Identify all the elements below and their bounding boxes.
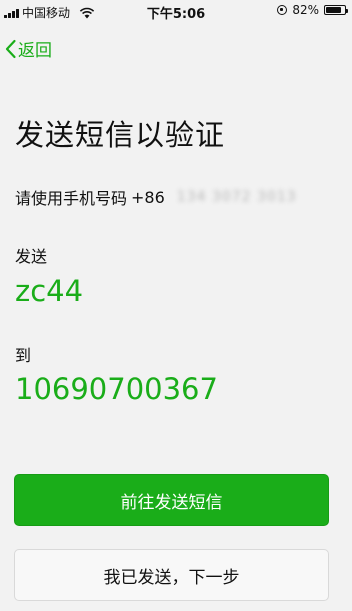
battery-icon — [324, 5, 348, 15]
phone-line: 请使用手机号码 +86 134 3072 3013 — [15, 185, 297, 209]
battery-percent: 82% — [292, 3, 319, 17]
status-bar: 中国移动 下午5:06 82% — [0, 0, 352, 22]
country-code: +86 — [131, 187, 165, 207]
orientation-lock-icon — [277, 5, 288, 15]
back-label: 返回 — [18, 41, 52, 61]
battery-fill — [326, 7, 341, 13]
sms-code: zc44 — [15, 274, 84, 308]
chevron-left-icon — [5, 39, 16, 58]
page-title: 发送短信以验证 — [15, 118, 226, 152]
recipient-number: 10690700367 — [15, 372, 218, 406]
to-label: 到 — [15, 346, 32, 365]
status-right: 82% — [277, 3, 348, 17]
send-label: 发送 — [15, 247, 48, 266]
go-send-sms-button[interactable]: 前往发送短信 — [14, 474, 329, 526]
back-button[interactable]: 返回 — [4, 36, 52, 61]
masked-phone-number: 134 3072 3013 — [176, 189, 297, 205]
sent-next-step-button[interactable]: 我已发送，下一步 — [14, 549, 329, 601]
phone-label: 请使用手机号码 — [15, 189, 128, 208]
